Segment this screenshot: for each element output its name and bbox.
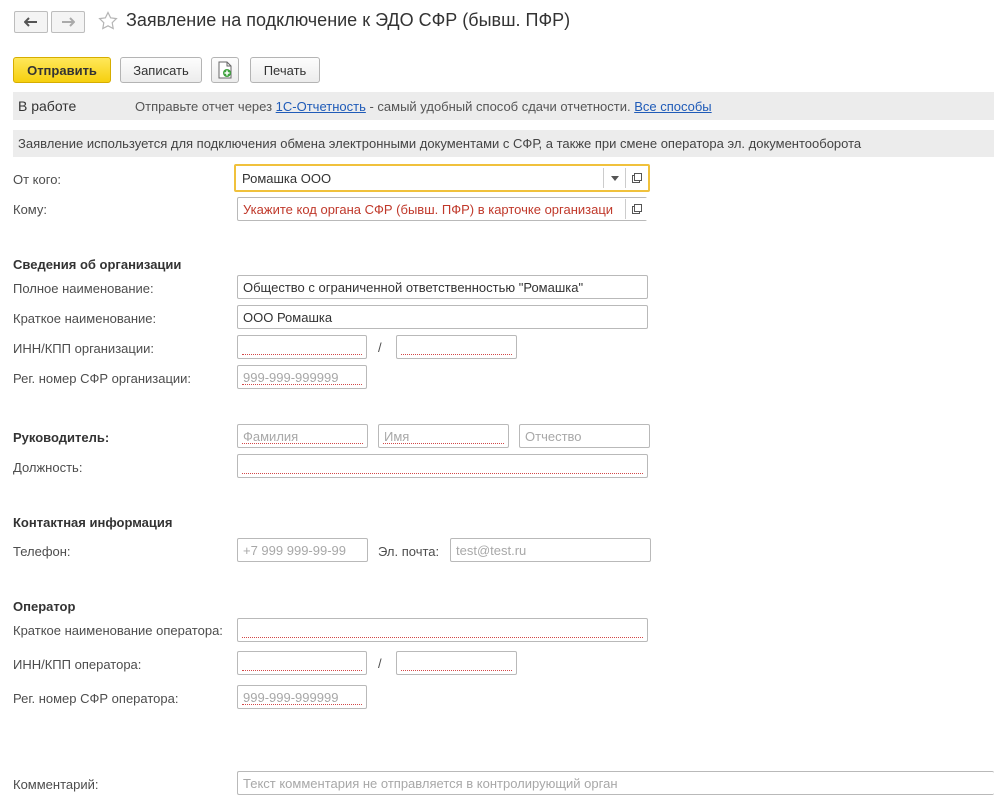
org-short-name-field[interactable]: ООО Ромашка [237, 305, 648, 329]
document-add-icon [218, 61, 232, 79]
print-button[interactable]: Печать [250, 57, 320, 83]
link-all-methods[interactable]: Все способы [634, 99, 711, 114]
position-field[interactable] [237, 454, 648, 478]
save-button[interactable]: Записать [120, 57, 202, 83]
status-text-after: - самый удобный способ сдачи отчетности. [365, 99, 635, 114]
open-from-button[interactable] [626, 167, 648, 189]
create-file-button[interactable] [211, 57, 239, 83]
comment-label: Комментарий: [13, 777, 99, 792]
org-short-name-value: ООО Ромашка [243, 309, 333, 325]
to-label: Кому: [13, 202, 47, 217]
from-field[interactable]: Ромашка ООО [234, 164, 650, 192]
dropdown-button[interactable] [604, 167, 626, 189]
email-field[interactable]: test@test.ru [450, 538, 651, 562]
to-value: Укажите код органа СФР (бывш. ПФР) в кар… [243, 201, 614, 217]
operator-reg-placeholder: 999-999-999999 [243, 689, 339, 705]
operator-inn-kpp-label: ИНН/КПП оператора: [13, 657, 142, 672]
position-label: Должность: [13, 460, 83, 475]
org-short-name-label: Краткое наименование: [13, 311, 157, 326]
head-middle-name-field[interactable]: Отчество [519, 424, 650, 448]
operator-heading: Оператор [13, 599, 76, 614]
org-full-name-value: Общество с ограниченной ответственностью… [243, 279, 584, 295]
head-first-name-placeholder: Имя [384, 428, 410, 444]
org-heading: Сведения об организации [13, 257, 182, 272]
operator-inn-field[interactable] [237, 651, 367, 675]
org-kpp-field[interactable] [396, 335, 517, 359]
open-to-button[interactable] [626, 198, 648, 220]
link-1c-otchetnost[interactable]: 1С-Отчетность [276, 99, 366, 114]
head-first-name-field[interactable]: Имя [378, 424, 509, 448]
comment-placeholder: Текст комментария не отправляется в конт… [243, 775, 618, 791]
email-placeholder: test@test.ru [456, 542, 527, 558]
comment-field[interactable]: Текст комментария не отправляется в конт… [237, 771, 994, 795]
status-state: В работе [18, 98, 77, 114]
chevron-down-icon [611, 175, 619, 181]
org-reg-placeholder: 999-999-999999 [243, 369, 339, 385]
to-field[interactable]: Укажите код органа СФР (бывш. ПФР) в кар… [237, 197, 647, 221]
back-button[interactable] [14, 11, 48, 33]
phone-placeholder: +7 999 999-99-99 [243, 542, 347, 558]
open-window-icon [632, 204, 642, 214]
contact-heading: Контактная информация [13, 515, 173, 530]
from-value: Ромашка ООО [242, 170, 332, 186]
org-reg-field[interactable]: 999-999-999999 [237, 365, 367, 389]
operator-reg-field[interactable]: 999-999-999999 [237, 685, 367, 709]
org-full-name-field[interactable]: Общество с ограниченной ответственностью… [237, 275, 648, 299]
operator-short-name-label: Краткое наименование оператора: [13, 623, 223, 638]
operator-kpp-field[interactable] [396, 651, 517, 675]
head-middle-name-placeholder: Отчество [525, 428, 582, 444]
favorite-star-icon[interactable] [98, 11, 118, 31]
status-message: Отправьте отчет через 1С-Отчетность - са… [135, 99, 712, 114]
org-inn-field[interactable] [237, 335, 367, 359]
head-last-name-field[interactable]: Фамилия [237, 424, 368, 448]
org-full-name-label: Полное наименование: [13, 281, 154, 296]
arrow-left-icon [24, 17, 37, 27]
operator-short-name-field[interactable] [237, 618, 648, 642]
operator-reg-label: Рег. номер СФР оператора: [13, 691, 179, 706]
open-window-icon [632, 173, 642, 183]
page-title: Заявление на подключение к ЭДО СФР (бывш… [126, 10, 571, 30]
status-text-before: Отправьте отчет через [135, 99, 276, 114]
phone-label: Телефон: [13, 544, 71, 559]
slash-separator: / [378, 340, 382, 355]
from-label: От кого: [13, 172, 62, 187]
phone-field[interactable]: +7 999 999-99-99 [237, 538, 368, 562]
arrow-right-icon [62, 17, 75, 27]
org-inn-kpp-label: ИНН/КПП организации: [13, 341, 154, 356]
send-button[interactable]: Отправить [13, 57, 111, 83]
info-text: Заявление используется для подключения о… [18, 136, 862, 151]
forward-button[interactable] [51, 11, 85, 33]
org-reg-label: Рег. номер СФР организации: [13, 371, 192, 386]
head-heading: Руководитель: [13, 430, 110, 445]
head-last-name-placeholder: Фамилия [243, 428, 299, 444]
email-label: Эл. почта: [378, 544, 440, 559]
slash-separator: / [378, 656, 382, 671]
